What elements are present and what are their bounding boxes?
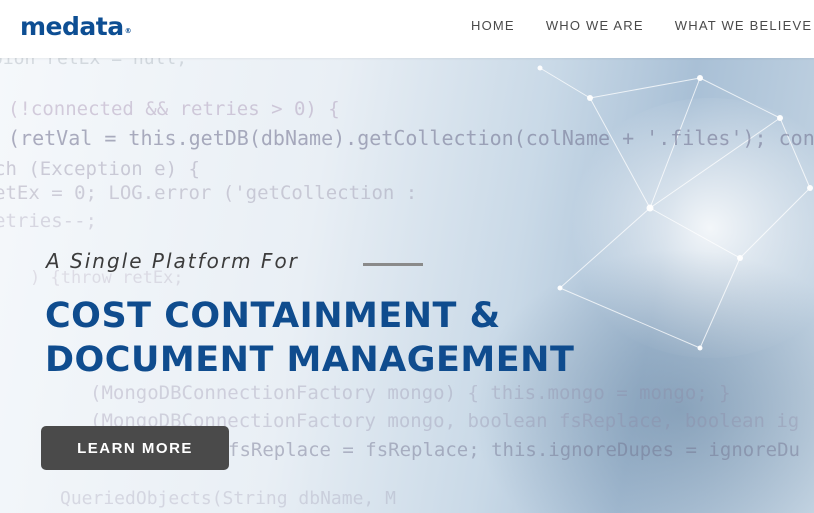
- code-line: etEx = 0; LOG.error ('getCollection :: [0, 182, 418, 204]
- headline-line-2: DOCUMENT MANAGEMENT: [45, 340, 575, 380]
- medata-logo[interactable]: medata®: [20, 12, 132, 42]
- code-line: (!connected && retries > 0) {: [8, 98, 340, 120]
- hero-headline: COST CONTAINMENT & DOCUMENT MANAGEMENT: [45, 294, 574, 382]
- code-line: (MongoDBConnectionFactory mongo) { this.…: [90, 382, 731, 404]
- tagline-divider: [363, 263, 423, 266]
- learn-more-button[interactable]: LEARN MORE: [41, 426, 229, 470]
- nav-item-home[interactable]: HOME: [471, 18, 515, 33]
- code-line: fsReplace = fsReplace; this.ignoreDupes …: [228, 439, 800, 461]
- code-line: ch (Exception e) {: [0, 158, 200, 180]
- learn-more-label: LEARN MORE: [77, 439, 193, 457]
- code-line: (retVal = this.getDB(dbName).getCollecti…: [8, 126, 814, 150]
- site-header: medata® HOME WHO WE ARE WHAT WE BELIEVE: [0, 0, 814, 58]
- registered-mark: ®: [124, 27, 132, 35]
- nav-item-what-we-believe[interactable]: WHAT WE BELIEVE: [675, 18, 812, 33]
- code-line: QueriedObjects(String dbName, M: [60, 488, 396, 509]
- hero-tagline: A Single Platform For: [46, 249, 299, 273]
- headline-line-1: COST CONTAINMENT &: [45, 296, 501, 336]
- logo-text: medata: [20, 12, 124, 41]
- code-line: oion retEx = null;: [0, 58, 188, 69]
- main-nav: HOME WHO WE ARE WHAT WE BELIEVE: [471, 0, 814, 50]
- code-line: etries--;: [0, 210, 97, 232]
- nav-item-who-we-are[interactable]: WHO WE ARE: [546, 18, 644, 33]
